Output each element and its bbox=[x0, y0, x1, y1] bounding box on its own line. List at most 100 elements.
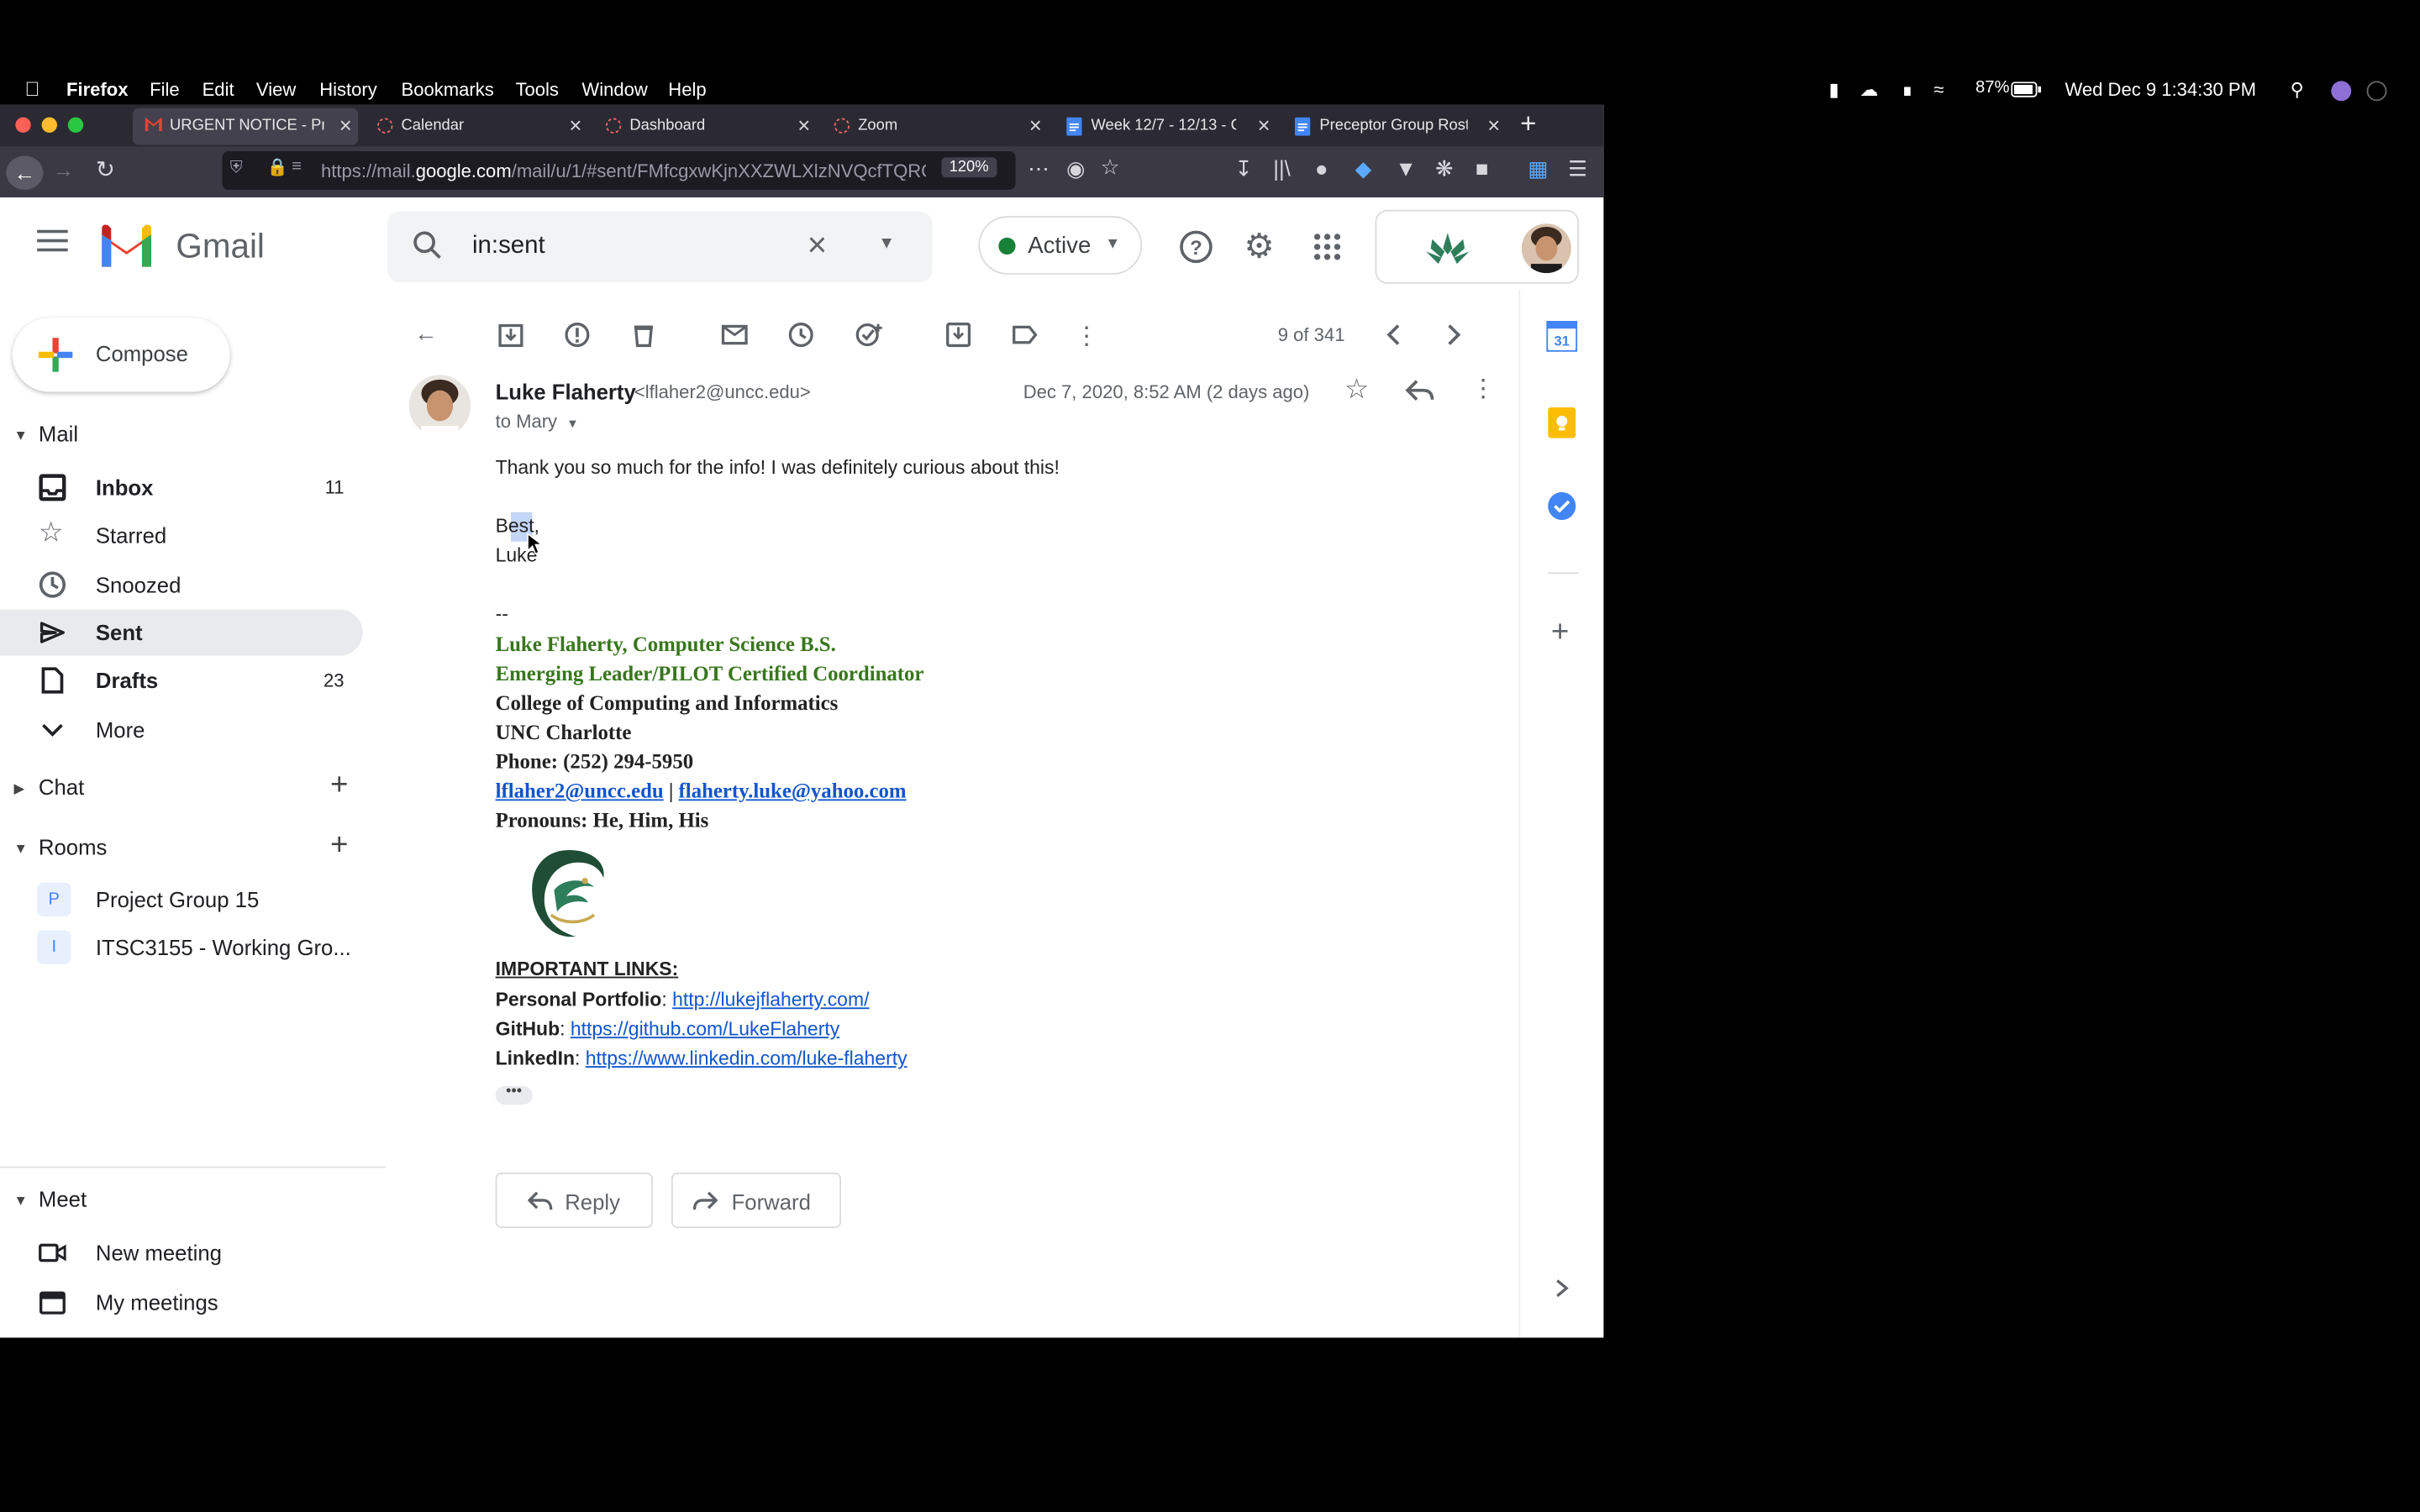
downloads-icon[interactable]: ↧ bbox=[1234, 156, 1253, 182]
cloud-status-icon[interactable]: ☁ bbox=[1860, 79, 1878, 101]
email-link-uncc[interactable]: lflaher2@uncc.edu bbox=[496, 780, 664, 803]
user-switch-icon[interactable] bbox=[2330, 79, 2352, 102]
account-icon[interactable]: ● bbox=[1315, 156, 1328, 181]
menu-view[interactable]: View bbox=[256, 79, 296, 101]
collapse-arrow-icon[interactable]: ▼ bbox=[14, 428, 28, 443]
chat-section-header[interactable]: ▶ Chat + bbox=[0, 769, 371, 806]
apple-icon[interactable]:  bbox=[24, 77, 39, 101]
sidebar-item-starred[interactable]: ☆ Starred bbox=[0, 512, 363, 559]
tasks-app-icon[interactable] bbox=[1546, 491, 1577, 529]
gmail-logo-text[interactable]: Gmail bbox=[176, 227, 265, 267]
reload-button[interactable]: ↻ bbox=[96, 156, 115, 183]
menu-app-name[interactable]: Firefox bbox=[66, 79, 128, 101]
room-item-project-group[interactable]: P Project Group 15 bbox=[0, 876, 363, 922]
menu-tools[interactable]: Tools bbox=[515, 79, 558, 101]
move-to-icon[interactable] bbox=[943, 321, 974, 352]
reply-button[interactable]: Reply bbox=[495, 1172, 653, 1229]
hamburger-menu-icon[interactable]: ☰ bbox=[1568, 156, 1587, 182]
keep-app-icon[interactable] bbox=[1548, 407, 1576, 446]
bluetooth-icon[interactable]: ∎ bbox=[1902, 79, 1913, 101]
battery-percent[interactable]: 87% bbox=[1975, 79, 2009, 97]
extensions-icon[interactable]: ▦ bbox=[1528, 156, 1548, 182]
tab-zoom[interactable]: Zoom × bbox=[821, 108, 1048, 145]
main-menu-icon[interactable] bbox=[37, 229, 68, 260]
tracking-shield-icon[interactable]: ⛨ bbox=[230, 159, 243, 179]
tab-week-doc[interactable]: Week 12/7 - 12/13 - Go × bbox=[1054, 108, 1276, 145]
gmail-logo-icon[interactable] bbox=[97, 223, 156, 275]
apps-grid-icon[interactable] bbox=[1313, 233, 1341, 268]
library-icon[interactable]: ||\ bbox=[1273, 156, 1291, 181]
extension-gem-icon[interactable]: ◆ bbox=[1355, 156, 1372, 182]
sender-avatar[interactable] bbox=[408, 375, 471, 437]
archive-icon[interactable] bbox=[496, 321, 527, 352]
new-tab-button[interactable]: + bbox=[1520, 108, 1536, 141]
bookmark-star-icon[interactable]: ☆ bbox=[1101, 155, 1120, 181]
delete-icon[interactable] bbox=[629, 321, 660, 352]
zoom-window-button[interactable] bbox=[67, 117, 84, 133]
close-tab-icon[interactable]: × bbox=[339, 113, 352, 137]
bookmark-status-icon[interactable]: ▮ bbox=[1828, 79, 1839, 101]
portfolio-link[interactable]: http://lukejflaherty.com/ bbox=[672, 989, 869, 1011]
status-button[interactable]: Active ▼ bbox=[978, 216, 1143, 275]
message-more-icon[interactable]: ⋮ bbox=[1470, 373, 1495, 404]
sidebar-item-drafts[interactable]: Drafts 23 bbox=[0, 657, 363, 703]
compose-button[interactable]: Compose bbox=[12, 318, 230, 392]
snooze-icon[interactable] bbox=[786, 321, 817, 352]
new-room-plus-icon[interactable]: + bbox=[330, 828, 348, 864]
my-meetings-item[interactable]: My meetings bbox=[0, 1279, 363, 1326]
tab-calendar[interactable]: Calendar × bbox=[364, 108, 587, 145]
hide-panel-chevron-icon[interactable] bbox=[1555, 1278, 1570, 1307]
new-meeting-item[interactable]: New meeting bbox=[0, 1230, 363, 1276]
permissions-icon[interactable]: ≡ bbox=[292, 157, 302, 176]
help-icon[interactable]: ? bbox=[1179, 230, 1213, 272]
search-icon[interactable] bbox=[412, 230, 443, 269]
newer-chevron-icon[interactable] bbox=[1378, 321, 1409, 352]
extension-gear-icon[interactable]: ❋ bbox=[1435, 156, 1454, 182]
wifi-icon[interactable]: ≈ bbox=[1933, 79, 1944, 101]
expand-arrow-icon[interactable]: ▶ bbox=[14, 780, 25, 797]
search-input[interactable]: in:sent bbox=[472, 233, 545, 260]
show-trimmed-button[interactable]: ••• bbox=[495, 1084, 533, 1105]
menu-bookmarks[interactable]: Bookmarks bbox=[402, 79, 494, 101]
rooms-section-header[interactable]: ▼ Rooms + bbox=[0, 828, 371, 866]
search-options-icon[interactable]: ▼ bbox=[878, 234, 895, 253]
more-actions-icon[interactable]: ⋮ bbox=[1071, 321, 1102, 352]
extension-v-icon[interactable]: ▼ bbox=[1395, 156, 1416, 181]
spotlight-icon[interactable]: ⚲ bbox=[2291, 79, 2304, 101]
star-message-icon[interactable]: ☆ bbox=[1344, 373, 1370, 406]
sidebar-item-sent[interactable]: Sent bbox=[0, 609, 363, 656]
forward-button[interactable]: Forward bbox=[671, 1172, 842, 1229]
sidebar-item-more[interactable]: More bbox=[0, 706, 363, 753]
close-tab-icon[interactable]: × bbox=[569, 113, 581, 137]
menu-help[interactable]: Help bbox=[668, 79, 706, 101]
pocket-icon[interactable]: ◉ bbox=[1066, 156, 1085, 182]
page-actions-icon[interactable]: ⋯ bbox=[1028, 156, 1050, 182]
search-bar[interactable]: in:sent × ▼ bbox=[387, 211, 933, 283]
battery-icon[interactable] bbox=[2011, 79, 2042, 101]
close-tab-icon[interactable]: × bbox=[1258, 113, 1270, 137]
label-icon[interactable] bbox=[1009, 321, 1040, 352]
older-chevron-icon[interactable] bbox=[1439, 321, 1470, 352]
menu-edit[interactable]: Edit bbox=[203, 79, 234, 101]
tab-preceptor-doc[interactable]: Preceptor Group Roste × bbox=[1282, 108, 1506, 145]
lock-icon[interactable]: 🔒 bbox=[267, 157, 288, 177]
back-to-list-icon[interactable]: ← bbox=[411, 321, 442, 352]
report-spam-icon[interactable] bbox=[562, 321, 593, 352]
clock[interactable]: Wed Dec 9 1:34:30 PM bbox=[2065, 79, 2256, 101]
clear-search-icon[interactable]: × bbox=[808, 225, 828, 265]
add-task-icon[interactable] bbox=[854, 321, 885, 352]
collapse-arrow-icon[interactable]: ▼ bbox=[14, 1193, 28, 1208]
recipient-line[interactable]: to Mary ▼ bbox=[496, 411, 579, 433]
mark-unread-icon[interactable] bbox=[719, 321, 750, 352]
email-link-yahoo[interactable]: flaherty.luke@yahoo.com bbox=[679, 780, 907, 803]
settings-gear-icon[interactable]: ⚙ bbox=[1244, 227, 1274, 267]
sidebar-item-inbox[interactable]: Inbox 11 bbox=[0, 465, 363, 511]
minimize-window-button[interactable] bbox=[41, 117, 57, 133]
meet-section-header[interactable]: ▼ Meet bbox=[0, 1186, 371, 1217]
calendar-app-icon[interactable]: 31 bbox=[1544, 319, 1579, 360]
room-item-itsc3155[interactable]: I ITSC3155 - Working Gro... bbox=[0, 924, 363, 970]
reply-icon[interactable] bbox=[1404, 378, 1435, 411]
github-link[interactable]: https://github.com/LukeFlaherty bbox=[571, 1018, 839, 1040]
tab-gmail[interactable]: URGENT NOTICE - Pre × bbox=[132, 108, 359, 145]
collapse-arrow-icon[interactable]: ▼ bbox=[14, 841, 28, 856]
